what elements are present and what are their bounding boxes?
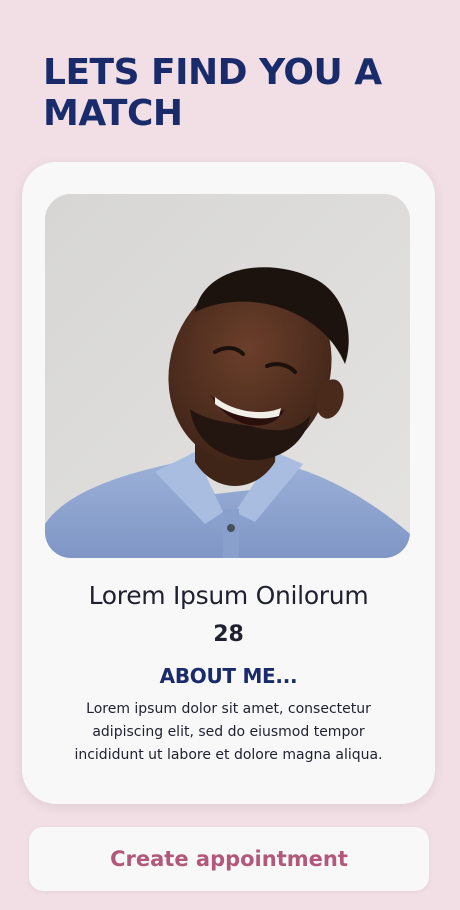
page-title: LETS FIND YOU A MATCH: [43, 52, 382, 134]
profile-age: 28: [213, 622, 244, 647]
profile-photo-illustration: [45, 194, 410, 558]
about-heading: ABOUT ME...: [159, 664, 298, 688]
profile-photo: [45, 194, 410, 558]
profile-name: Lorem Ipsum Onilorum: [88, 581, 369, 610]
create-appointment-button[interactable]: Create appointment: [29, 827, 429, 891]
profile-card: Lorem Ipsum Onilorum 28 ABOUT ME... Lore…: [22, 162, 435, 804]
about-description: Lorem ipsum dolor sit amet, consectetur …: [74, 701, 383, 763]
